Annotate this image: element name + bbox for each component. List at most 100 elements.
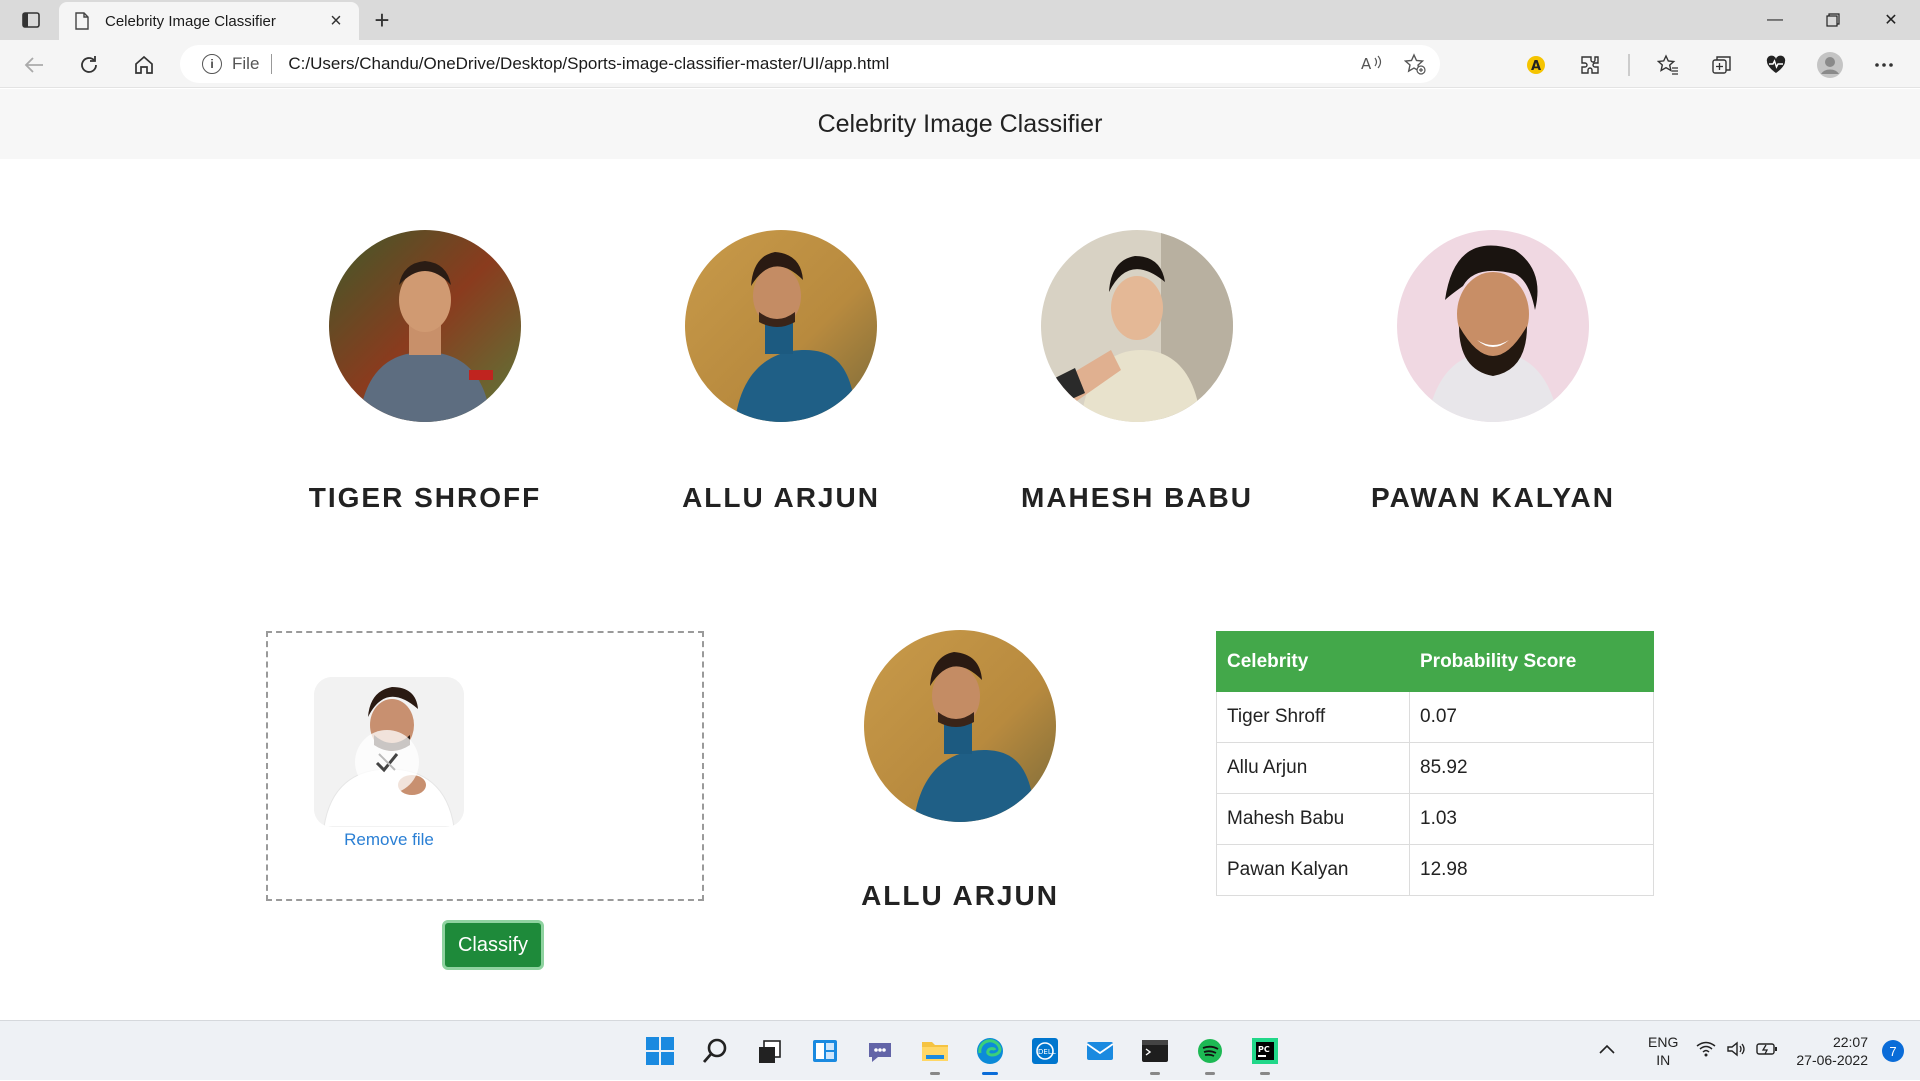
result-photo bbox=[864, 630, 1056, 822]
svg-text:A: A bbox=[1531, 59, 1541, 74]
minimize-icon[interactable]: — bbox=[1746, 0, 1804, 40]
teams-chat-icon[interactable] bbox=[860, 1031, 900, 1071]
clock-time: 22:07 bbox=[1832, 1034, 1868, 1050]
extensions-icon[interactable] bbox=[1574, 49, 1606, 81]
more-menu-icon[interactable] bbox=[1868, 49, 1900, 81]
running-indicator bbox=[1205, 1072, 1215, 1075]
svg-text:DELL: DELL bbox=[1038, 1048, 1056, 1056]
favorites-icon[interactable] bbox=[1652, 49, 1684, 81]
address-separator bbox=[271, 54, 273, 74]
notification-badge[interactable]: 7 bbox=[1882, 1040, 1904, 1062]
classify-button[interactable]: Classify bbox=[442, 920, 544, 970]
back-icon[interactable] bbox=[18, 49, 50, 81]
score-cell: 1.03 bbox=[1409, 793, 1654, 845]
collections-icon[interactable] bbox=[1706, 49, 1738, 81]
windows-taskbar: DELL PC ENG IN 22:07 27-06-2022 7 bbox=[0, 1020, 1920, 1080]
score-cell: 85.92 bbox=[1409, 742, 1654, 794]
celebrity-cell: Allu Arjun bbox=[1216, 742, 1410, 794]
browser-tab-bar: Celebrity Image Classifier × + — ✕ bbox=[0, 0, 1920, 40]
tiger-shroff-photo bbox=[329, 230, 521, 422]
table-row: Mahesh Babu 1.03 bbox=[1216, 793, 1654, 845]
table-row: Tiger Shroff 0.07 bbox=[1216, 691, 1654, 743]
running-indicator bbox=[1260, 1072, 1270, 1075]
site-info-icon[interactable]: i bbox=[202, 54, 222, 74]
search-icon[interactable] bbox=[695, 1031, 735, 1071]
page-header: Celebrity Image Classifier bbox=[0, 89, 1920, 159]
svg-text:PC: PC bbox=[1258, 1045, 1270, 1054]
svg-text:A: A bbox=[1361, 55, 1372, 73]
page-icon bbox=[75, 12, 93, 30]
file-explorer-icon[interactable] bbox=[915, 1031, 955, 1075]
profile-avatar-icon[interactable] bbox=[1814, 49, 1846, 81]
toolbar-separator bbox=[1628, 54, 1630, 76]
page-title: Celebrity Image Classifier bbox=[817, 109, 1103, 138]
celebrity-card-tiger-shroff: TIGER SHROFF bbox=[275, 230, 575, 514]
scheme-label: File bbox=[232, 54, 260, 73]
table-header-row: Celebrity Probability Score bbox=[1216, 631, 1654, 692]
celebrity-name: TIGER SHROFF bbox=[308, 482, 542, 513]
new-tab-icon[interactable]: + bbox=[368, 5, 396, 35]
url-text[interactable]: C:/Users/Chandu/OneDrive/Desktop/Sports-… bbox=[288, 54, 889, 74]
probability-table: Celebrity Probability Score Tiger Shroff… bbox=[1216, 631, 1654, 896]
close-tab-icon[interactable]: × bbox=[325, 10, 347, 32]
celebrity-cell: Tiger Shroff bbox=[1216, 691, 1410, 743]
active-indicator bbox=[982, 1072, 998, 1075]
celebrity-name: PAWAN KALYAN bbox=[1371, 482, 1615, 513]
battery-icon[interactable] bbox=[1756, 1042, 1778, 1061]
tray-overflow-icon[interactable] bbox=[1598, 1042, 1616, 1060]
wifi-icon[interactable] bbox=[1696, 1041, 1716, 1062]
terminal-icon[interactable] bbox=[1135, 1031, 1175, 1075]
close-window-icon[interactable]: ✕ bbox=[1862, 0, 1920, 40]
extension-a-icon[interactable]: A bbox=[1520, 49, 1552, 81]
celebrity-card-allu-arjun: ALLU ARJUN bbox=[631, 230, 931, 514]
region-code: IN bbox=[1656, 1052, 1671, 1068]
result-name: ALLU ARJUN bbox=[861, 880, 1059, 911]
celebrity-name: MAHESH BABU bbox=[1021, 482, 1253, 513]
remove-file-link[interactable]: Remove file bbox=[314, 830, 464, 850]
upload-dropzone[interactable]: Remove file bbox=[266, 631, 704, 901]
browser-toolbar: i File C:/Users/Chandu/OneDrive/Desktop/… bbox=[0, 40, 1920, 88]
running-indicator bbox=[1150, 1072, 1160, 1075]
tab-title: Celebrity Image Classifier bbox=[105, 12, 276, 30]
edge-browser-icon[interactable] bbox=[970, 1031, 1010, 1075]
language-code: ENG bbox=[1648, 1034, 1679, 1050]
running-indicator bbox=[930, 1072, 940, 1075]
celebrity-card-mahesh-babu: MAHESH BABU bbox=[987, 230, 1287, 514]
celebrity-name: ALLU ARJUN bbox=[682, 482, 880, 513]
result-card: ALLU ARJUN bbox=[810, 630, 1110, 912]
column-header-celebrity: Celebrity bbox=[1216, 631, 1410, 692]
mahesh-babu-photo bbox=[1041, 230, 1233, 422]
uploaded-file-thumbnail bbox=[314, 677, 464, 827]
address-bar[interactable]: i File C:/Users/Chandu/OneDrive/Desktop/… bbox=[180, 45, 1440, 83]
tab-actions-icon[interactable] bbox=[14, 9, 48, 31]
remove-check-icon[interactable] bbox=[355, 730, 419, 794]
allu-arjun-photo bbox=[685, 230, 877, 422]
read-aloud-icon[interactable]: A bbox=[1360, 53, 1382, 80]
start-icon[interactable] bbox=[640, 1031, 680, 1071]
celebrity-card-pawan-kalyan: PAWAN KALYAN bbox=[1343, 230, 1643, 514]
score-cell: 12.98 bbox=[1409, 844, 1654, 896]
add-favorite-icon[interactable] bbox=[1403, 53, 1426, 80]
restore-icon[interactable] bbox=[1804, 0, 1862, 40]
task-view-icon[interactable] bbox=[750, 1031, 790, 1071]
system-clock[interactable]: 22:07 27-06-2022 bbox=[1796, 1033, 1868, 1069]
table-row: Allu Arjun 85.92 bbox=[1216, 742, 1654, 794]
celebrity-cell: Pawan Kalyan bbox=[1216, 844, 1410, 896]
celebrity-cell: Mahesh Babu bbox=[1216, 793, 1410, 845]
volume-icon[interactable] bbox=[1726, 1041, 1746, 1062]
browser-essentials-icon[interactable] bbox=[1760, 49, 1792, 81]
language-indicator[interactable]: ENG IN bbox=[1648, 1033, 1678, 1069]
pawan-kalyan-photo bbox=[1397, 230, 1589, 422]
spotify-icon[interactable] bbox=[1190, 1031, 1230, 1075]
score-cell: 0.07 bbox=[1409, 691, 1654, 743]
home-icon[interactable] bbox=[128, 49, 160, 81]
dell-app-icon[interactable]: DELL bbox=[1025, 1031, 1065, 1071]
browser-tab[interactable]: Celebrity Image Classifier × bbox=[59, 2, 359, 40]
clock-date: 27-06-2022 bbox=[1796, 1052, 1868, 1068]
column-header-score: Probability Score bbox=[1409, 631, 1654, 692]
mail-icon[interactable] bbox=[1080, 1031, 1120, 1071]
widgets-icon[interactable] bbox=[805, 1031, 845, 1071]
pycharm-icon[interactable]: PC bbox=[1245, 1031, 1285, 1075]
refresh-icon[interactable] bbox=[73, 49, 105, 81]
table-row: Pawan Kalyan 12.98 bbox=[1216, 844, 1654, 896]
